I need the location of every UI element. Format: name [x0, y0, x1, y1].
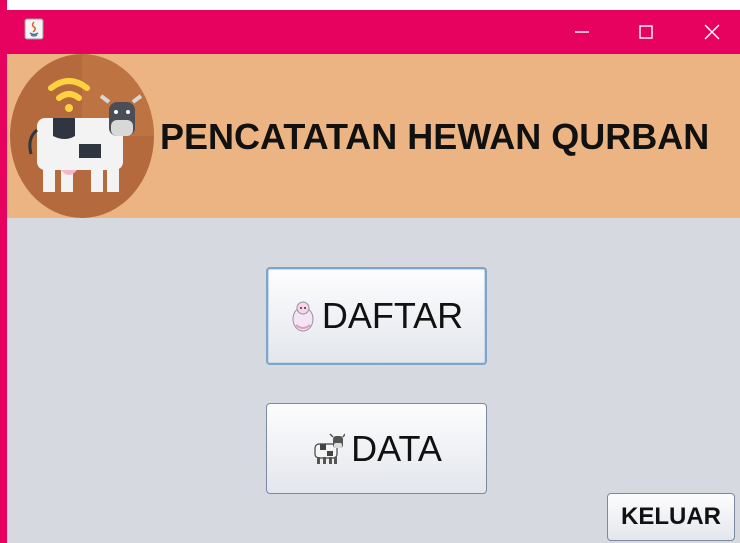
close-icon — [704, 24, 720, 40]
cow-wifi-icon — [10, 54, 154, 218]
app-window: PENCATATAN HEWAN QURBAN DAFTAR DATA KELU… — [0, 0, 740, 543]
minimize-button[interactable] — [552, 10, 612, 54]
maximize-button[interactable] — [616, 10, 676, 54]
keluar-button[interactable]: KELUAR — [607, 493, 735, 541]
screen-top-margin — [0, 0, 740, 10]
data-label: DATA — [351, 427, 442, 469]
window-left-border — [0, 0, 7, 543]
maximize-icon — [639, 25, 653, 39]
java-icon[interactable] — [24, 18, 44, 40]
page-title: PENCATATAN HEWAN QURBAN — [160, 116, 710, 157]
cow-icon — [314, 432, 346, 464]
sheep-icon — [292, 301, 314, 332]
data-button[interactable]: DATA — [266, 403, 487, 494]
daftar-button[interactable]: DAFTAR — [266, 267, 487, 365]
daftar-label: DAFTAR — [321, 295, 464, 336]
minimize-icon — [575, 31, 589, 33]
close-button[interactable] — [682, 10, 740, 54]
